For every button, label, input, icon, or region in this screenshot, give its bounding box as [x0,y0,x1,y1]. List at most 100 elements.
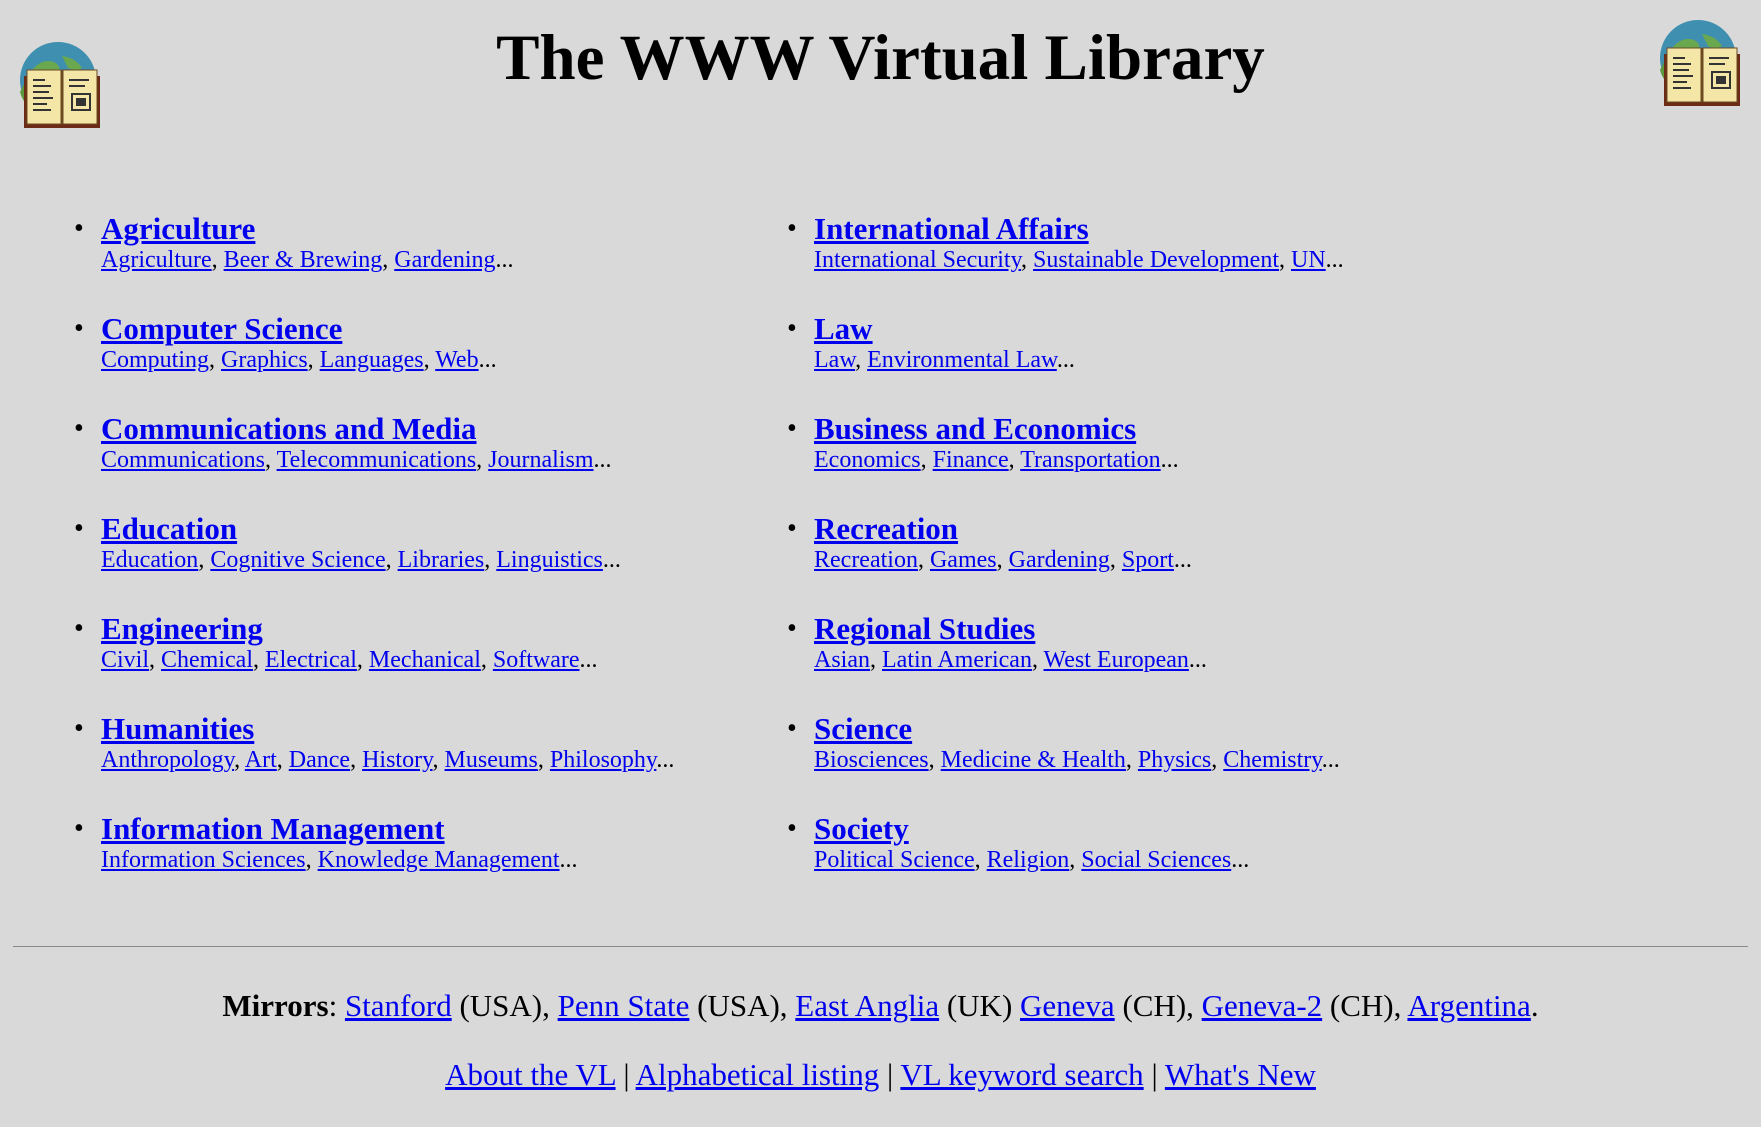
category-link-information-management[interactable]: Information Management [101,812,445,846]
subcategory-link-agriculture[interactable]: Agriculture [101,247,212,273]
subcategory-link-medicine-and-health[interactable]: Medicine & Health [941,747,1126,773]
separator: , [974,847,987,873]
category-link-law[interactable]: Law [814,312,873,346]
category-item: • Law Law, Environmental Law... [787,312,1344,412]
ellipsis: ... [593,447,612,473]
bullet: • [787,613,797,644]
ellipsis: ... [1160,447,1179,473]
subcategory-link-international-security[interactable]: International Security [814,247,1021,273]
subcategory-link-religion[interactable]: Religion [987,847,1070,873]
subcategory-list: Computing, Graphics, Languages, Web... [101,346,674,374]
subcategory-link-recreation[interactable]: Recreation [814,547,918,573]
footer-link-what-s-new[interactable]: What's New [1165,1057,1316,1092]
subcategory-link-electrical[interactable]: Electrical [265,647,357,673]
subcategory-link-asian[interactable]: Asian [814,647,870,673]
mirror-link-geneva-2[interactable]: Geneva-2 [1202,988,1323,1023]
subcategory-link-museums[interactable]: Museums [445,747,538,773]
separator: , [1109,547,1122,573]
subcategory-link-information-sciences[interactable]: Information Sciences [101,847,306,873]
subcategory-link-gardening[interactable]: Gardening [1009,547,1110,573]
category-link-engineering[interactable]: Engineering [101,612,263,646]
subcategory-link-sport[interactable]: Sport [1122,547,1174,573]
mirror-link-stanford[interactable]: Stanford [345,988,452,1023]
separator: , [265,447,277,473]
subcategory-list: Information Sciences, Knowledge Manageme… [101,846,674,874]
subcategory-link-art[interactable]: Art [245,747,277,773]
subcategory-link-communications[interactable]: Communications [101,447,265,473]
subcategory-link-law[interactable]: Law [814,347,855,373]
subcategory-link-journalism[interactable]: Journalism [488,447,593,473]
bullet: • [74,713,84,744]
subcategory-link-chemical[interactable]: Chemical [161,647,253,673]
subcategory-link-finance[interactable]: Finance [933,447,1009,473]
ellipsis: ... [1188,647,1207,673]
subcategory-link-anthropology[interactable]: Anthropology [101,747,234,773]
subcategory-list: Communications, Telecommunications, Jour… [101,446,674,474]
subcategory-link-west-european[interactable]: West European [1044,647,1189,673]
subcategory-link-graphics[interactable]: Graphics [221,347,308,373]
footer-link-vl-keyword-search[interactable]: VL keyword search [900,1057,1143,1092]
bullet: • [787,713,797,744]
footer-link-about-the-vl[interactable]: About the VL [445,1057,616,1092]
separator: , [542,988,558,1023]
separator: , [385,547,398,573]
mirror-link-penn-state[interactable]: Penn State [558,988,690,1023]
subcategory-link-political-science[interactable]: Political Science [814,847,975,873]
category-link-regional-studies[interactable]: Regional Studies [814,612,1035,646]
mirror-link-east-anglia[interactable]: East Anglia [795,988,939,1023]
subcategory-link-libraries[interactable]: Libraries [398,547,485,573]
subcategory-link-economics[interactable]: Economics [814,447,921,473]
subcategory-link-cognitive-science[interactable]: Cognitive Science [210,547,385,573]
subcategory-link-philosophy[interactable]: Philosophy [550,747,656,773]
subcategory-link-un[interactable]: UN [1291,247,1326,273]
footer-link-alphabetical-listing[interactable]: Alphabetical listing [636,1057,880,1092]
subcategory-list: Education, Cognitive Science, Libraries,… [101,546,674,574]
category-link-communications-and-media[interactable]: Communications and Media [101,412,476,446]
subcategory-link-gardening[interactable]: Gardening [394,247,495,273]
footer-separator: | [615,1057,636,1092]
divider [13,946,1748,947]
category-link-agriculture[interactable]: Agriculture [101,212,255,246]
category-link-business-and-economics[interactable]: Business and Economics [814,412,1136,446]
subcategory-link-chemistry[interactable]: Chemistry [1223,747,1321,773]
category-item: • Computer Science Computing, Graphics, La… [74,312,674,412]
subcategory-link-social-sciences[interactable]: Social Sciences [1081,847,1231,873]
subcategory-link-software[interactable]: Software [493,647,580,673]
category-item: • International Affairs International Secu… [787,212,1344,312]
subcategory-link-history[interactable]: History [362,747,432,773]
separator: , [198,547,211,573]
category-link-society[interactable]: Society [814,812,909,846]
mirror-link-argentina[interactable]: Argentina [1407,988,1530,1023]
bullet: • [74,313,84,344]
mirror-region: (USA) [689,988,780,1023]
subcategory-link-linguistics[interactable]: Linguistics [496,547,603,573]
subcategory-list: Agriculture, Beer & Brewing, Gardening..… [101,246,674,274]
subcategory-link-telecommunications[interactable]: Telecommunications [277,447,477,473]
subcategory-link-biosciences[interactable]: Biosciences [814,747,929,773]
page-title: The WWW Virtual Library [496,22,1265,94]
category-link-international-affairs[interactable]: International Affairs [814,212,1089,246]
category-link-science[interactable]: Science [814,712,912,746]
subcategory-link-transportation[interactable]: Transportation [1020,447,1160,473]
subcategory-link-computing[interactable]: Computing [101,347,209,373]
subcategory-link-latin-american[interactable]: Latin American [882,647,1032,673]
subcategory-link-languages[interactable]: Languages [320,347,424,373]
subcategory-link-physics[interactable]: Physics [1138,747,1211,773]
mirror-region: (CH) [1114,988,1187,1023]
subcategory-link-mechanical[interactable]: Mechanical [369,647,481,673]
mirror-link-geneva[interactable]: Geneva [1020,988,1115,1023]
subcategory-link-education[interactable]: Education [101,547,198,573]
category-link-recreation[interactable]: Recreation [814,512,958,546]
subcategory-link-web[interactable]: Web [435,347,478,373]
category-link-computer-science[interactable]: Computer Science [101,312,342,346]
subcategory-link-knowledge-management[interactable]: Knowledge Management [318,847,560,873]
subcategory-link-dance[interactable]: Dance [289,747,350,773]
category-link-humanities[interactable]: Humanities [101,712,254,746]
subcategory-link-games[interactable]: Games [930,547,997,573]
subcategory-link-civil[interactable]: Civil [101,647,149,673]
category-link-education[interactable]: Education [101,512,237,546]
subcategory-link-beer-and-brewing[interactable]: Beer & Brewing [224,247,383,273]
subcategory-link-sustainable-development[interactable]: Sustainable Development [1033,247,1279,273]
subcategory-link-environmental-law[interactable]: Environmental Law [867,347,1057,373]
separator: , [917,547,930,573]
